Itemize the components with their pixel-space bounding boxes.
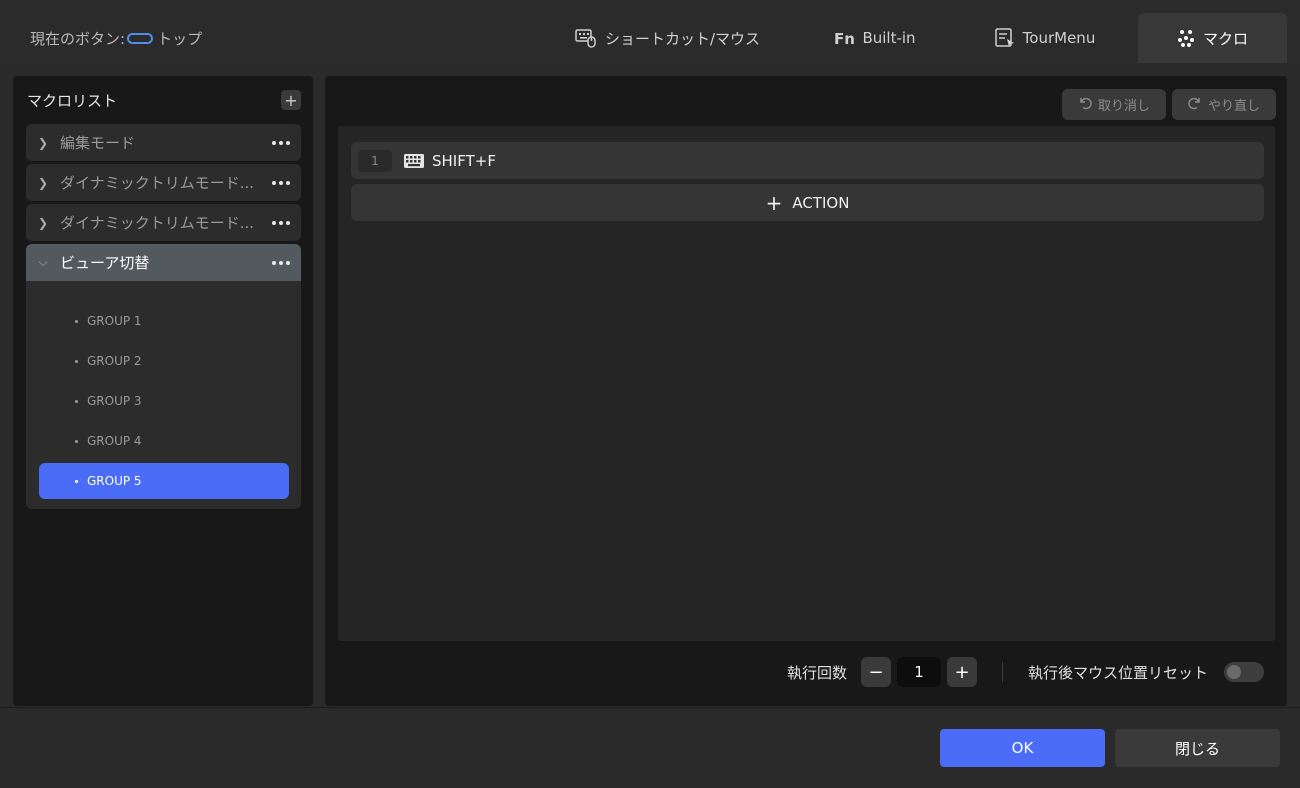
group-item[interactable]: GROUP 3 <box>39 383 289 419</box>
action-editor: 1 SHIFT+F + ACTION <box>338 126 1275 641</box>
macro-editor-panel: 取り消し やり直し 1 SHIFT+F + ACTION 執行回数 − + 執行… <box>325 76 1287 706</box>
chevron-down-icon: ⌵ <box>38 255 48 269</box>
macro-item[interactable]: ❯ ダイナミックトリムモード... <box>26 164 301 201</box>
group-item[interactable]: GROUP 4 <box>39 423 289 459</box>
keyboard-icon <box>404 153 424 168</box>
group-list: GROUP 1 GROUP 2 GROUP 3 GROUP 4 GROUP 5 <box>26 281 301 509</box>
current-button-indicator: 現在のボタン: トップ <box>30 28 202 49</box>
more-options-button[interactable] <box>261 260 301 265</box>
repeat-label: 執行回数 <box>787 663 848 682</box>
more-options-button[interactable] <box>261 220 301 225</box>
svg-text:Fn: Fn <box>834 30 854 46</box>
bottom-bar: OK 閉じる <box>0 707 1300 788</box>
macro-item[interactable]: ❯ ダイナミックトリムモード... <box>26 204 301 241</box>
group-item[interactable]: GROUP 2 <box>39 343 289 379</box>
plus-icon: + <box>284 90 298 110</box>
action-label: SHIFT+F <box>432 151 496 170</box>
undo-button[interactable]: 取り消し <box>1062 89 1166 120</box>
chevron-right-icon: ❯ <box>37 175 49 190</box>
more-options-button[interactable] <box>261 180 301 185</box>
decrement-button[interactable]: − <box>861 657 892 687</box>
more-options-button[interactable] <box>261 140 301 145</box>
reset-mouse-control: 執行後マウス位置リセット <box>1028 656 1265 688</box>
macro-item[interactable]: ❯ 編集モード <box>26 124 301 161</box>
macro-item-expanded[interactable]: ⌵ ビューア切替 <box>26 244 301 281</box>
action-row[interactable]: 1 SHIFT+F <box>351 142 1264 179</box>
close-button[interactable]: 閉じる <box>1115 729 1280 767</box>
plus-icon: + <box>954 661 970 683</box>
fn-icon: Fn <box>834 30 854 46</box>
current-button-label: 現在のボタン: <box>30 30 126 48</box>
ok-button[interactable]: OK <box>940 729 1105 767</box>
undo-icon <box>1078 96 1092 114</box>
redo-icon <box>1188 96 1202 114</box>
action-index: 1 <box>358 149 392 172</box>
button-shape-icon <box>127 33 154 44</box>
tab-macro[interactable]: マクロ <box>1138 13 1287 63</box>
keyboard-mouse-icon <box>575 28 597 48</box>
current-button-value: トップ <box>157 30 203 48</box>
divider <box>1002 662 1003 682</box>
tourmenu-icon <box>994 28 1015 48</box>
top-bar: 現在のボタン: トップ ショートカット/マウス Fn Built-in Tour… <box>0 0 1300 63</box>
chevron-right-icon: ❯ <box>37 215 49 230</box>
repeat-count-input[interactable] <box>897 657 942 687</box>
macro-list-title: マクロリスト <box>27 92 118 110</box>
macro-icon <box>1177 29 1195 47</box>
tab-built-in[interactable]: Fn Built-in <box>820 13 930 63</box>
chevron-right-icon: ❯ <box>37 135 49 150</box>
add-action-button[interactable]: + ACTION <box>351 184 1264 221</box>
reset-mouse-toggle[interactable] <box>1224 662 1265 682</box>
repeat-control: 執行回数 − + <box>787 656 978 688</box>
plus-icon: + <box>765 190 783 215</box>
tab-tourmenu[interactable]: TourMenu <box>975 13 1115 63</box>
add-macro-button[interactable]: + <box>281 90 301 110</box>
reset-mouse-label: 執行後マウス位置リセット <box>1028 663 1209 682</box>
group-item-selected[interactable]: GROUP 5 <box>39 463 289 499</box>
group-item[interactable]: GROUP 1 <box>39 303 289 339</box>
minus-icon: − <box>868 661 884 683</box>
increment-button[interactable]: + <box>947 657 978 687</box>
redo-button[interactable]: やり直し <box>1172 89 1276 120</box>
macro-list-panel: マクロリスト + ❯ 編集モード ❯ ダイナミックトリムモード... ❯ ダイナ… <box>13 76 313 706</box>
tab-shortcut-mouse[interactable]: ショートカット/マウス <box>560 13 775 63</box>
